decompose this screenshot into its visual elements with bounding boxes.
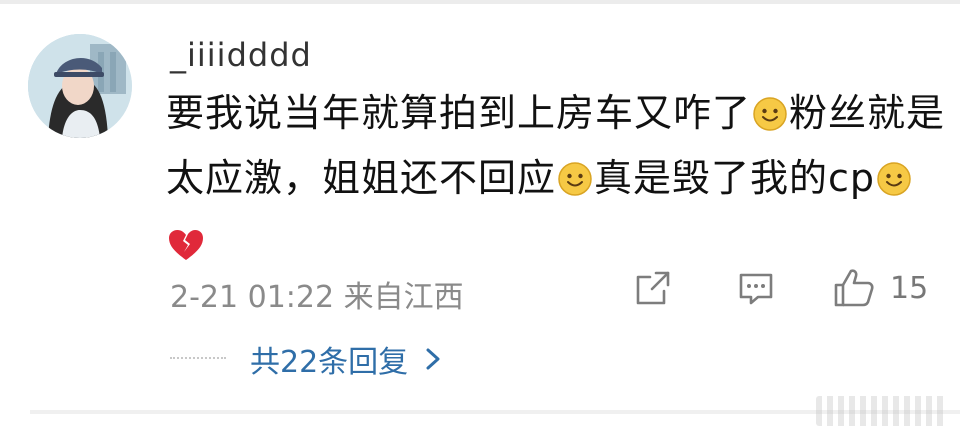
smile-emoji-icon — [752, 90, 788, 149]
smile-emoji-icon — [557, 155, 593, 214]
comment-text-part: 要我说当年就算拍到上房车又咋了 — [166, 91, 752, 135]
share-button[interactable] — [634, 266, 672, 310]
comment-text-part: 真是毁了我的cp — [594, 156, 876, 200]
top-divider — [0, 0, 960, 4]
smile-emoji-icon — [876, 155, 912, 214]
avatar[interactable] — [28, 34, 132, 138]
like-icon — [834, 269, 874, 307]
like-count: 15 — [890, 270, 929, 306]
comment-icon — [739, 273, 773, 305]
dotted-divider — [170, 357, 226, 361]
comment-timestamp: 2-21 01:22 来自江西 — [170, 280, 464, 315]
username[interactable]: _iiiidddd — [170, 36, 312, 74]
reply-button[interactable] — [737, 266, 775, 310]
view-replies-link[interactable]: 共22条回复 — [250, 337, 408, 381]
broken-heart-icon — [167, 220, 205, 279]
comment-text: 要我说当年就算拍到上房车又咋了 粉丝就是太应激，姐姐还不回应 真是毁了我的cp — [166, 84, 946, 279]
share-icon — [636, 271, 670, 305]
like-button[interactable]: 15 — [832, 266, 928, 310]
replies-row[interactable]: 共22条回复 — [170, 334, 442, 384]
chevron-right-icon — [426, 348, 440, 370]
watermark — [816, 396, 946, 426]
